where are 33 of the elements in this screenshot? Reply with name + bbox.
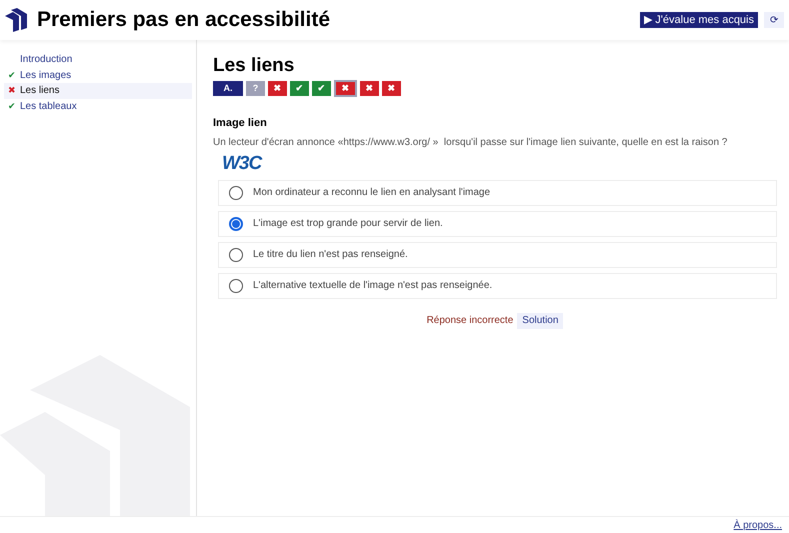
sidebar-item[interactable]: ✖ Les liens (4, 83, 192, 98)
app-title: Premiers pas en accessibilité (37, 7, 330, 34)
answer-option[interactable]: L'alternative textuelle de l'image n'est pas renseignée. (218, 272, 777, 298)
question-step[interactable]: ✖ (382, 81, 401, 96)
question-step[interactable]: ✖ (334, 80, 357, 97)
about-link[interactable]: À propos... (734, 518, 782, 532)
question-step[interactable]: ✖ (268, 81, 287, 96)
solution-button[interactable]: Solution (517, 312, 564, 328)
question-step[interactable]: A. (213, 81, 243, 96)
radio-button[interactable] (229, 186, 243, 200)
answer-option[interactable]: Le titre du lien n'est pas renseigné. (218, 242, 777, 268)
radio-button[interactable] (229, 248, 243, 262)
question-step[interactable]: ✖ (360, 81, 379, 96)
evaluate-button[interactable]: ▶ J'évalue mes acquis (640, 12, 758, 28)
answer-option[interactable]: Mon ordinateur a reconnu le lien en analysant l'image (218, 180, 777, 206)
check-icon: ✔ (8, 68, 16, 82)
check-icon: ✔ (8, 100, 16, 113)
question-text: Un lecteur d'écran annonce «https://www.w3.org/ » lorsqu'il passe sur l'image lien suivante, quelle en est la raison ? (213, 136, 728, 150)
sidebar-item[interactable]: ✔ Les tableaux (4, 98, 192, 114)
answer-option[interactable]: L'image est trop grande pour servir de lien. (218, 210, 777, 236)
w3c-logo-link[interactable]: W3C (222, 152, 262, 174)
cross-icon: ✖ (8, 84, 16, 98)
radio-button[interactable] (229, 216, 243, 230)
feedback-text: Réponse incorrecte (426, 314, 514, 328)
page-title: Les liens (213, 54, 296, 78)
sidebar-item[interactable]: Introduction (4, 52, 192, 68)
question-step[interactable]: ✔ (290, 81, 309, 96)
question-step[interactable]: ✔ (312, 81, 331, 96)
sidebar-item[interactable]: ✔ Les images (4, 68, 192, 83)
logo-icon (5, 8, 27, 32)
question-heading: Image lien (213, 116, 268, 131)
radio-button[interactable] (229, 278, 243, 292)
refresh-button[interactable]: ⟳ (764, 12, 784, 28)
